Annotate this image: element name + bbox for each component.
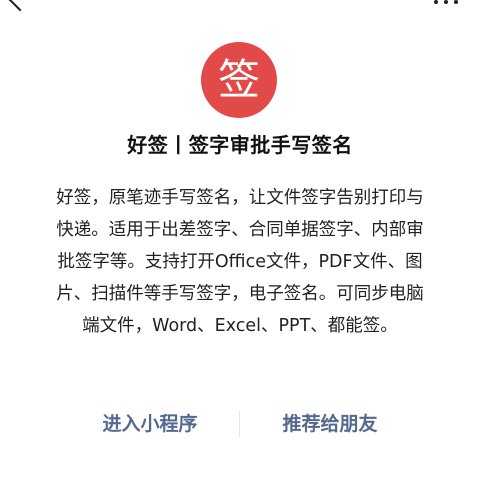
app-description: 好签，原笔迹手写签名，让文件签字告别打印与快递。适用于出差签字、合同单据签字、内… [56,188,424,336]
more-dot [434,0,438,4]
logo-glyph: 签 [217,55,260,104]
enter-mini-program-button[interactable]: 进入小程序 [70,404,230,444]
more-dot [444,0,448,4]
back-arrow-icon[interactable] [8,0,32,12]
more-dots-icon[interactable] [434,0,458,4]
page-title: 好签丨签字审批手写签名 [127,133,353,157]
app-logo: 签 [201,42,277,118]
action-bar: 进入小程序 推荐给朋友 [0,404,480,444]
recommend-to-friend-button[interactable]: 推荐给朋友 [250,404,410,444]
action-divider [239,410,240,438]
more-dot [454,0,458,4]
top-bar [0,0,480,24]
